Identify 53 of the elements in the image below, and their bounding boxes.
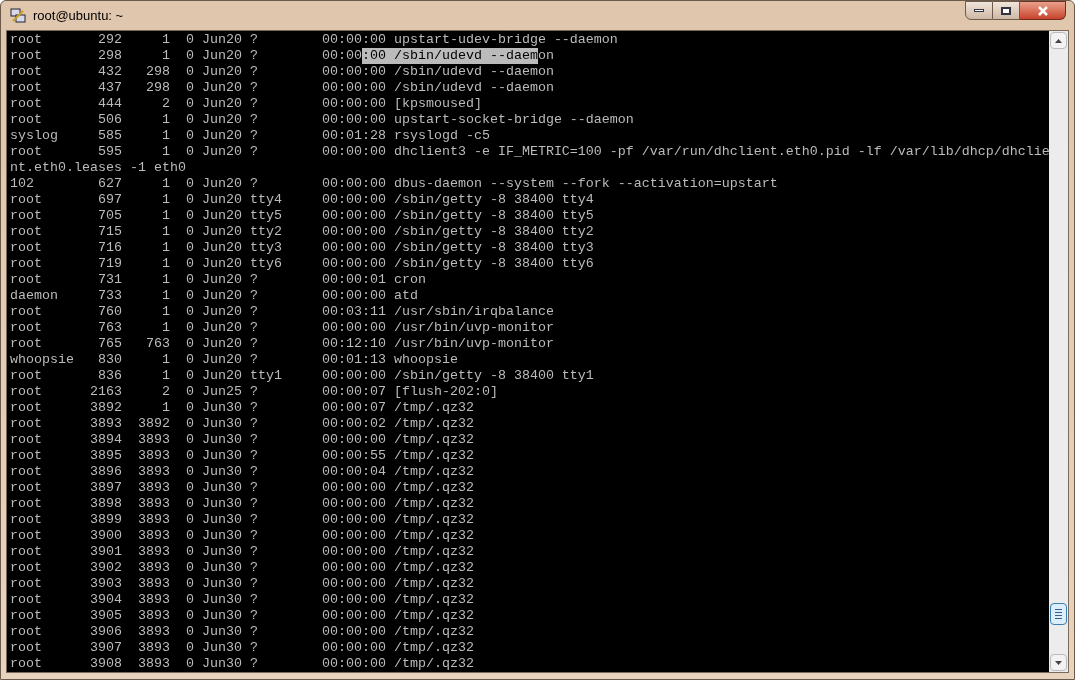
terminal-line: root 3905 3893 0 Jun30 ? 00:00:00 /tmp/.qz32 xyxy=(10,608,474,624)
terminal-line: root 298 1 0 Jun20 ? 00:00 xyxy=(10,48,362,64)
scrollbar-thumb[interactable] xyxy=(1050,603,1067,625)
terminal-line: root 3895 3893 0 Jun30 ? 00:00:55 /tmp/.qz32 xyxy=(10,448,474,464)
terminal-line: root 716 1 0 Jun20 tty3 00:00:00 /sbin/getty -8 38400 tty3 xyxy=(10,240,594,256)
computer-icon xyxy=(9,6,27,25)
terminal-line: root 3892 1 0 Jun30 ? 00:00:07 /tmp/.qz32 xyxy=(10,400,474,416)
terminal-line: root 3893 3892 0 Jun30 ? 00:00:02 /tmp/.qz32 xyxy=(10,416,474,432)
terminal-line: root 3900 3893 0 Jun30 ? 00:00:00 /tmp/.qz32 xyxy=(10,528,474,544)
scroll-down-button[interactable] xyxy=(1050,654,1067,671)
terminal-line: root 697 1 0 Jun20 tty4 00:00:00 /sbin/getty -8 38400 tty4 xyxy=(10,192,594,208)
terminal-line: root 763 1 0 Jun20 ? 00:00:00 /usr/bin/uvp-monitor xyxy=(10,320,554,336)
terminal-line: root 3901 3893 0 Jun30 ? 00:00:00 /tmp/.qz32 xyxy=(10,544,474,560)
down-arrow-icon xyxy=(1055,660,1062,665)
terminal-line: root 3908 3893 0 Jun30 ? 00:00:00 /tmp/.qz32 xyxy=(10,656,474,672)
terminal-line: root 3897 3893 0 Jun30 ? 00:00:00 /tmp/.qz32 xyxy=(10,480,474,496)
terminal-line: root 2163 2 0 Jun25 ? 00:00:07 [flush-202:0] xyxy=(10,384,498,400)
close-button[interactable] xyxy=(1020,1,1066,20)
terminal-line: root 437 298 0 Jun20 ? 00:00:00 /sbin/udevd --daemon xyxy=(10,80,554,96)
up-arrow-icon xyxy=(1055,38,1062,43)
terminal-line: syslog 585 1 0 Jun20 ? 00:01:28 rsyslogd -c5 xyxy=(10,128,490,144)
terminal-line: 102 627 1 0 Jun20 ? 00:00:00 dbus-daemon --system --fork --activation=upstart xyxy=(10,176,778,192)
terminal-line: root 3907 3893 0 Jun30 ? 00:00:00 /tmp/.qz32 xyxy=(10,640,474,656)
terminal-line: root 432 298 0 Jun20 ? 00:00:00 /sbin/udevd --daemon xyxy=(10,64,554,80)
terminal-line: root 3899 3893 0 Jun30 ? 00:00:00 /tmp/.qz32 xyxy=(10,512,474,528)
terminal-line: root 3903 3893 0 Jun30 ? 00:00:00 /tmp/.qz32 xyxy=(10,576,474,592)
terminal-line: root 719 1 0 Jun20 tty6 00:00:00 /sbin/getty -8 38400 tty6 xyxy=(10,256,594,272)
terminal-line: root 444 2 0 Jun20 ? 00:00:00 [kpsmoused] xyxy=(10,96,482,112)
terminal-line: root 506 1 0 Jun20 ? 00:00:00 upstart-socket-bridge --daemon xyxy=(10,112,634,128)
terminal-line: daemon 733 1 0 Jun20 ? 00:00:00 atd xyxy=(10,288,418,304)
terminal-line: root 731 1 0 Jun20 ? 00:00:01 cron xyxy=(10,272,426,288)
terminal-line: root 836 1 0 Jun20 tty1 00:00:00 /sbin/getty -8 38400 tty1 xyxy=(10,368,594,384)
terminal-line: root 595 1 0 Jun20 ? 00:00:00 dhclient3 -e IF_METRIC=100 -pf /var/run/dhclient.eth0.pid -lf /var/lib/dhcp/dhclie xyxy=(10,144,1050,160)
terminal-line: root 3898 3893 0 Jun30 ? 00:00:00 /tmp/.qz32 xyxy=(10,496,474,512)
window-title: root@ubuntu: ~ xyxy=(33,6,124,25)
scrollbar[interactable] xyxy=(1049,31,1068,672)
terminal-line: root 292 1 0 Jun20 ? 00:00:00 upstart-udev-bridge --daemon xyxy=(10,32,618,48)
terminal-line: nt.eth0.leases -1 eth0 xyxy=(10,160,186,176)
terminal-line: root 3904 3893 0 Jun30 ? 00:00:00 /tmp/.qz32 xyxy=(10,592,474,608)
scroll-up-button[interactable] xyxy=(1050,32,1067,49)
terminal-line: root 765 763 0 Jun20 ? 00:12:10 /usr/bin/uvp-monitor xyxy=(10,336,554,352)
terminal-line: root 705 1 0 Jun20 tty5 00:00:00 /sbin/getty -8 38400 tty5 xyxy=(10,208,594,224)
terminal-line: root 3902 3893 0 Jun30 ? 00:00:00 /tmp/.qz32 xyxy=(10,560,474,576)
terminal-line: whoopsie 830 1 0 Jun20 ? 00:01:13 whoopsie xyxy=(10,352,458,368)
selected-text: :00 /sbin/udevd --daem xyxy=(361,48,538,64)
terminal-line: root 3896 3893 0 Jun30 ? 00:00:04 /tmp/.qz32 xyxy=(10,464,474,480)
terminal-line: root 715 1 0 Jun20 tty2 00:00:00 /sbin/getty -8 38400 tty2 xyxy=(10,224,594,240)
terminal-line: root 3894 3893 0 Jun30 ? 00:00:00 /tmp/.qz32 xyxy=(10,432,474,448)
minimize-button[interactable] xyxy=(965,1,993,20)
close-icon xyxy=(1036,5,1049,16)
terminal-line: root 3906 3893 0 Jun30 ? 00:00:00 /tmp/.qz32 xyxy=(10,624,474,640)
maximize-button[interactable] xyxy=(993,1,1020,20)
terminal-line: root 760 1 0 Jun20 ? 00:03:11 /usr/sbin/irqbalance xyxy=(10,304,554,320)
